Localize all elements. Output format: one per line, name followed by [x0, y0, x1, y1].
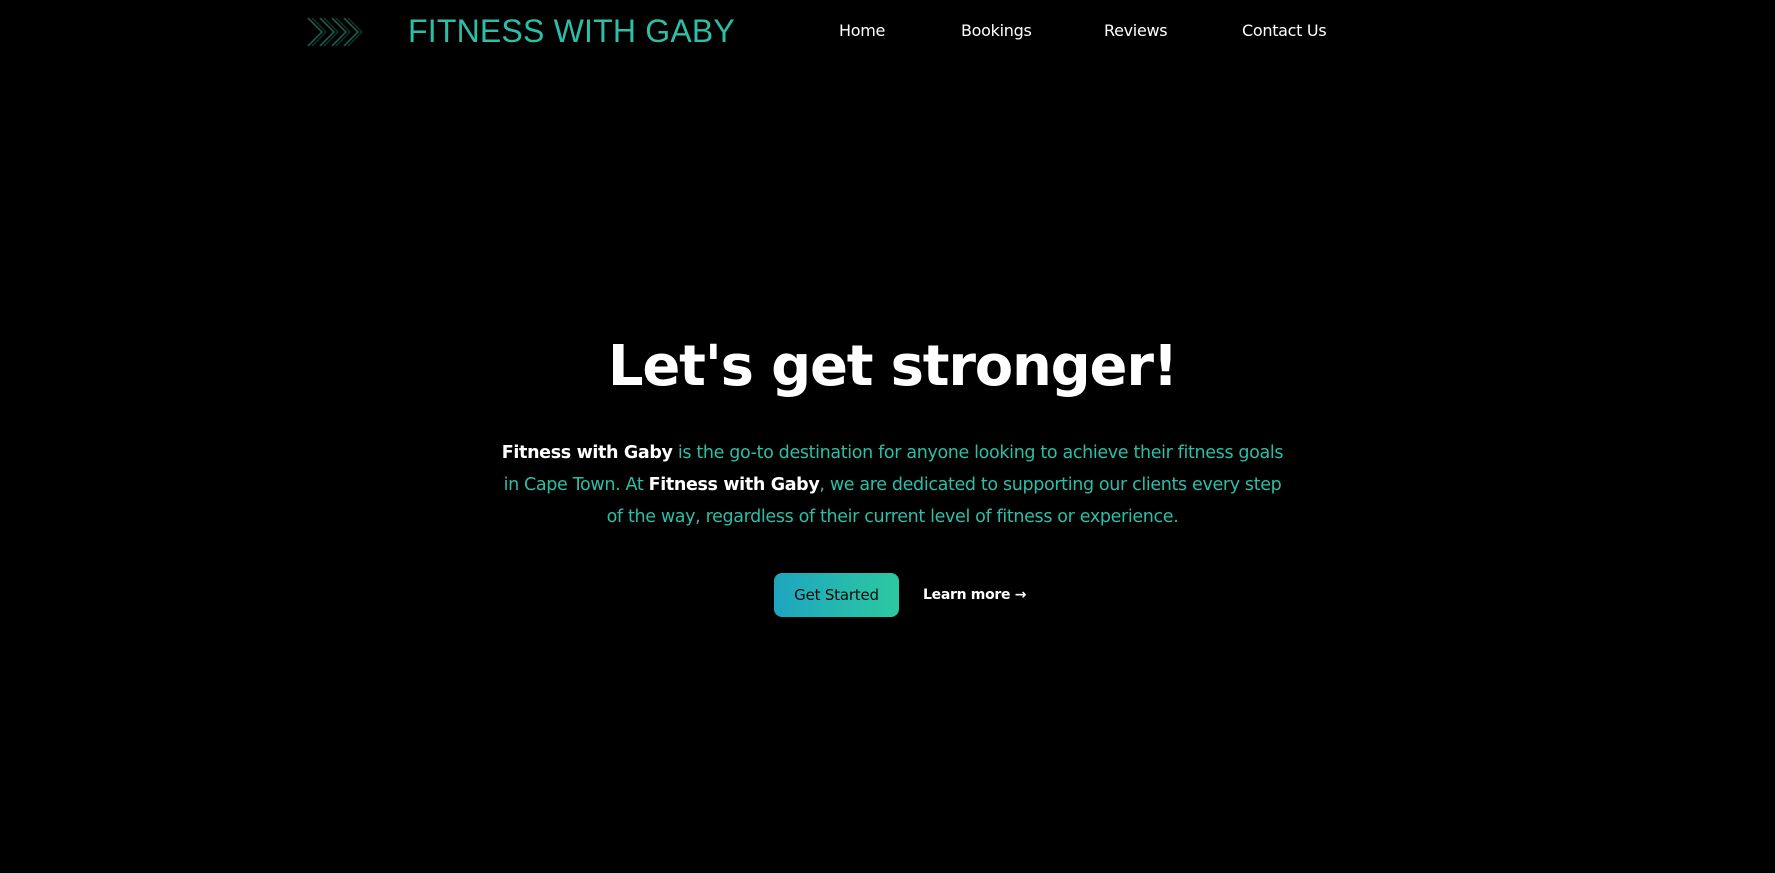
site-header: FITNESS WITH GABY Home Bookings Reviews …	[0, 0, 1775, 62]
get-started-button[interactable]: Get Started	[774, 573, 899, 617]
nav-link-contact-us[interactable]: Contact Us	[1242, 20, 1327, 42]
nav-link-home[interactable]: Home	[839, 20, 885, 42]
brand-title[interactable]: FITNESS WITH GABY	[408, 10, 735, 52]
hero-description: Fitness with Gaby is the go-to destinati…	[500, 437, 1285, 533]
chevrons-right-icon[interactable]	[306, 16, 368, 48]
hero-brand-highlight: Fitness with Gaby	[501, 443, 673, 463]
nav-link-bookings[interactable]: Bookings	[961, 20, 1032, 42]
nav-link-reviews[interactable]: Reviews	[1104, 20, 1168, 42]
hero-brand-highlight: Fitness with Gaby	[648, 475, 820, 495]
hero-title: Let's get stronger!	[607, 334, 1178, 399]
learn-more-link[interactable]: Learn more →	[923, 584, 1027, 606]
